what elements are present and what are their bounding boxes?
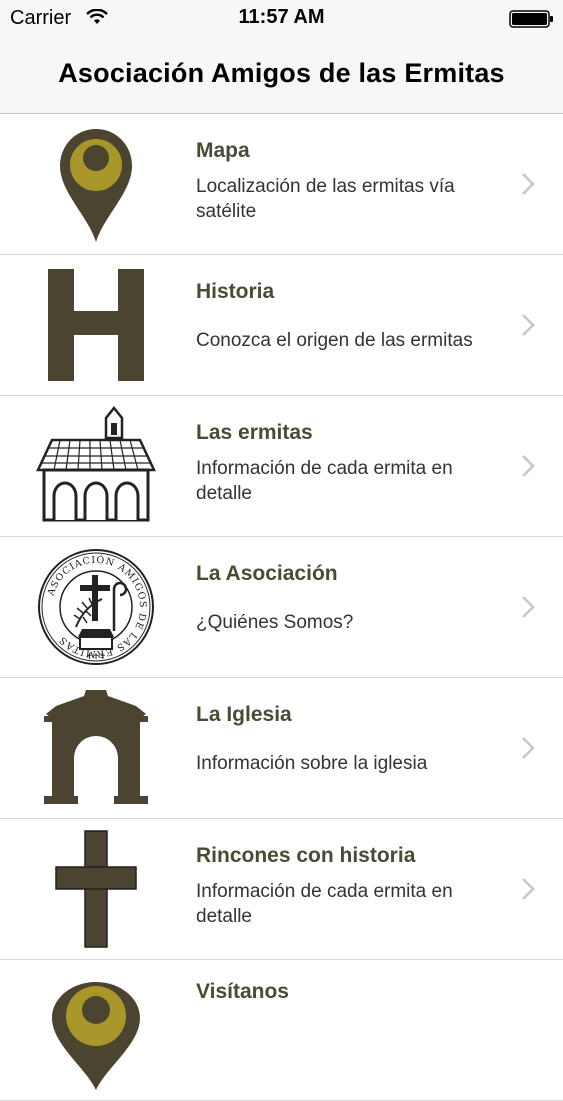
menu-item-title: La Iglesia: [196, 703, 292, 726]
menu-item-visitanos[interactable]: Visítanos: [0, 960, 563, 1101]
menu-item-title: Historia: [196, 280, 275, 303]
association-seal-icon: ASOCIACIÓN AMIGOS DE LAS ERMITAS ✝✝✝: [36, 547, 156, 667]
status-bar: Carrier 11:57 AM: [0, 0, 563, 36]
page-title: Asociación Amigos de las Ermitas: [58, 58, 505, 88]
menu-item-mapa[interactable]: Mapa Localización de las ermitas vía sat…: [0, 114, 563, 255]
menu-item-historia[interactable]: Historia Conozca el origen de las ermita…: [0, 255, 563, 396]
navigation-bar: Asociación Amigos de las Ermitas: [0, 36, 563, 114]
menu-item-title: Mapa: [196, 139, 250, 162]
cross-icon: [36, 829, 156, 949]
menu-item-subtitle: Información sobre la iglesia: [196, 753, 428, 774]
menu-item-subtitle: Información de cada ermita en detalle: [196, 458, 453, 504]
map-pin-icon: [36, 970, 156, 1090]
menu-item-la-iglesia[interactable]: La Iglesia Información sobre la iglesia: [0, 678, 563, 819]
chevron-right-icon: [521, 454, 535, 483]
chevron-right-icon: [521, 877, 535, 906]
menu-item-subtitle: ¿Quiénes Somos?: [196, 612, 354, 633]
chevron-right-icon: [521, 172, 535, 201]
clock: 11:57 AM: [238, 6, 325, 28]
menu-item-title: La Asociación: [196, 562, 338, 585]
menu-item-las-ermitas[interactable]: Las ermitas Información de cada ermita e…: [0, 396, 563, 537]
hermitage-building-icon: [36, 405, 156, 526]
chevron-right-icon: [521, 313, 535, 342]
menu-item-la-asociacion[interactable]: ASOCIACIÓN AMIGOS DE LAS ERMITAS ✝✝✝ La …: [0, 537, 563, 678]
menu-item-title: Visítanos: [196, 980, 289, 1003]
menu-item-subtitle: Localización de las ermitas vía satélite: [196, 176, 455, 222]
map-pin-icon: [36, 124, 156, 244]
menu-item-title: Rincones con historia: [196, 844, 416, 867]
menu-item-rincones-con-historia[interactable]: Rincones con historia Información de cad…: [0, 819, 563, 960]
svg-text:✝✝✝: ✝✝✝: [86, 652, 106, 661]
menu-list: Mapa Localización de las ermitas vía sat…: [0, 114, 563, 1101]
menu-item-subtitle: Conozca el origen de las ermitas: [196, 330, 473, 351]
battery-icon: [509, 10, 555, 33]
chevron-right-icon: [521, 736, 535, 765]
menu-item-title: Las ermitas: [196, 421, 313, 444]
letter-h-icon: [36, 265, 156, 385]
menu-item-subtitle: Información de cada ermita en detalle: [196, 881, 453, 927]
chevron-right-icon: [521, 595, 535, 624]
church-arch-icon: [36, 688, 156, 808]
